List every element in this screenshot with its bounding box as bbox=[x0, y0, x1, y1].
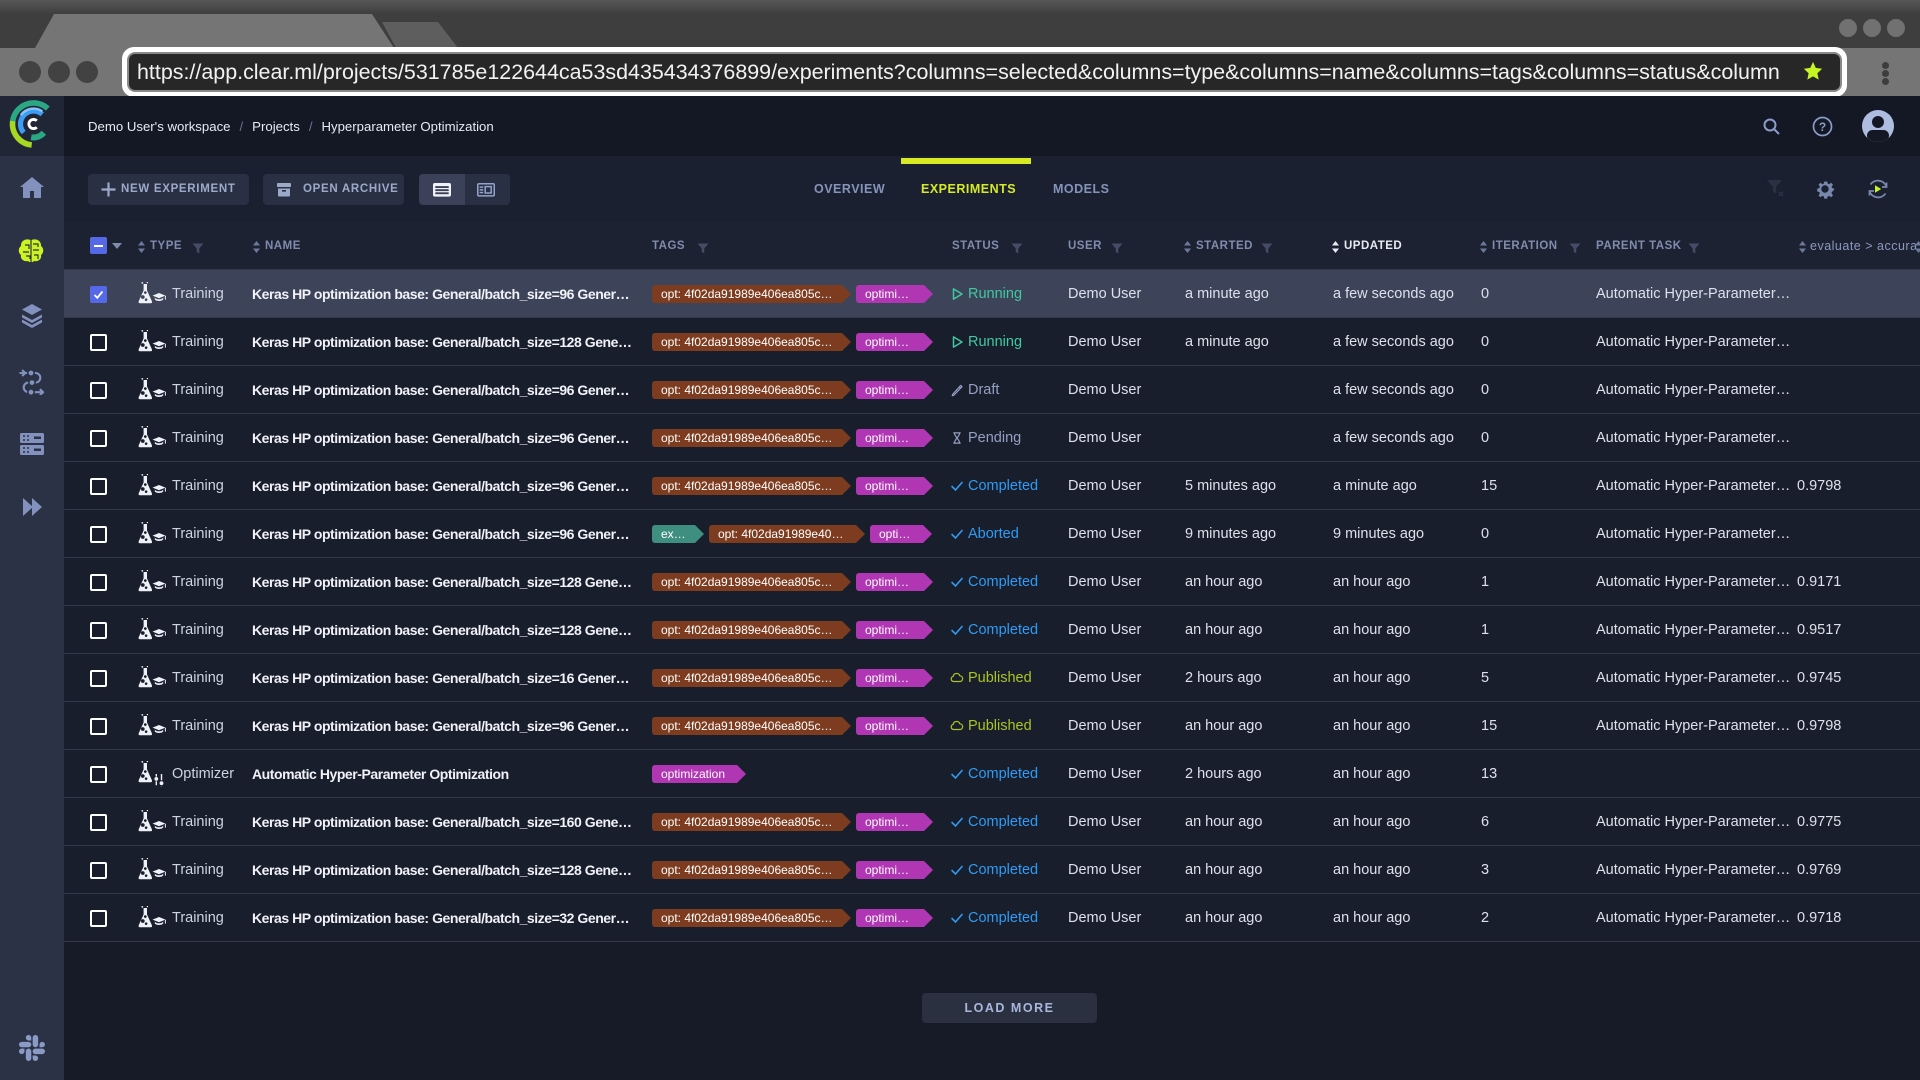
svg-text:?: ? bbox=[1819, 120, 1826, 134]
